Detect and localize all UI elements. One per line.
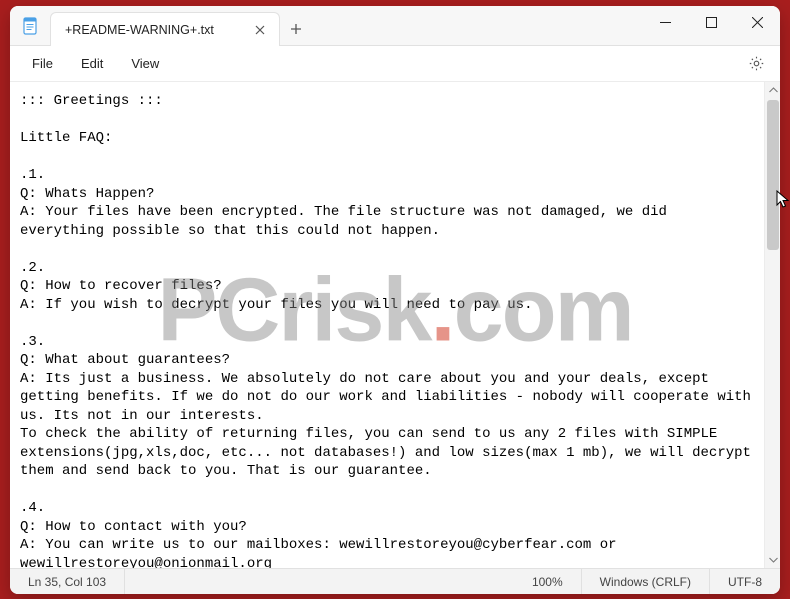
- status-line-ending: Windows (CRLF): [582, 569, 710, 594]
- status-zoom[interactable]: 100%: [514, 569, 582, 594]
- maximize-button[interactable]: [688, 6, 734, 38]
- menu-view[interactable]: View: [117, 50, 173, 77]
- app-icon: [10, 6, 50, 46]
- notepad-window: +README-WARNING+.txt File Edit View: [10, 6, 780, 594]
- menu-bar: File Edit View: [10, 46, 780, 82]
- title-bar: +README-WARNING+.txt: [10, 6, 780, 46]
- status-position: Ln 35, Col 103: [10, 569, 125, 594]
- text-editor[interactable]: ::: Greetings ::: Little FAQ: .1. Q: Wha…: [10, 82, 764, 568]
- close-button[interactable]: [734, 6, 780, 38]
- menu-edit[interactable]: Edit: [67, 50, 117, 77]
- tab-strip: +README-WARNING+.txt: [50, 6, 642, 46]
- tab-active[interactable]: +README-WARNING+.txt: [50, 12, 280, 46]
- vertical-scrollbar[interactable]: [764, 82, 780, 568]
- scroll-down-button[interactable]: [765, 552, 780, 568]
- status-encoding: UTF-8: [710, 569, 780, 594]
- scroll-thumb[interactable]: [767, 100, 779, 250]
- content-area: ::: Greetings ::: Little FAQ: .1. Q: Wha…: [10, 82, 780, 568]
- close-icon[interactable]: [251, 21, 269, 39]
- scroll-up-button[interactable]: [765, 82, 780, 98]
- status-bar: Ln 35, Col 103 100% Windows (CRLF) UTF-8: [10, 568, 780, 594]
- menu-file[interactable]: File: [18, 50, 67, 77]
- window-controls: [642, 6, 780, 46]
- gear-icon[interactable]: [740, 48, 772, 80]
- tab-title: +README-WARNING+.txt: [65, 23, 251, 37]
- new-tab-button[interactable]: [280, 12, 312, 46]
- minimize-button[interactable]: [642, 6, 688, 38]
